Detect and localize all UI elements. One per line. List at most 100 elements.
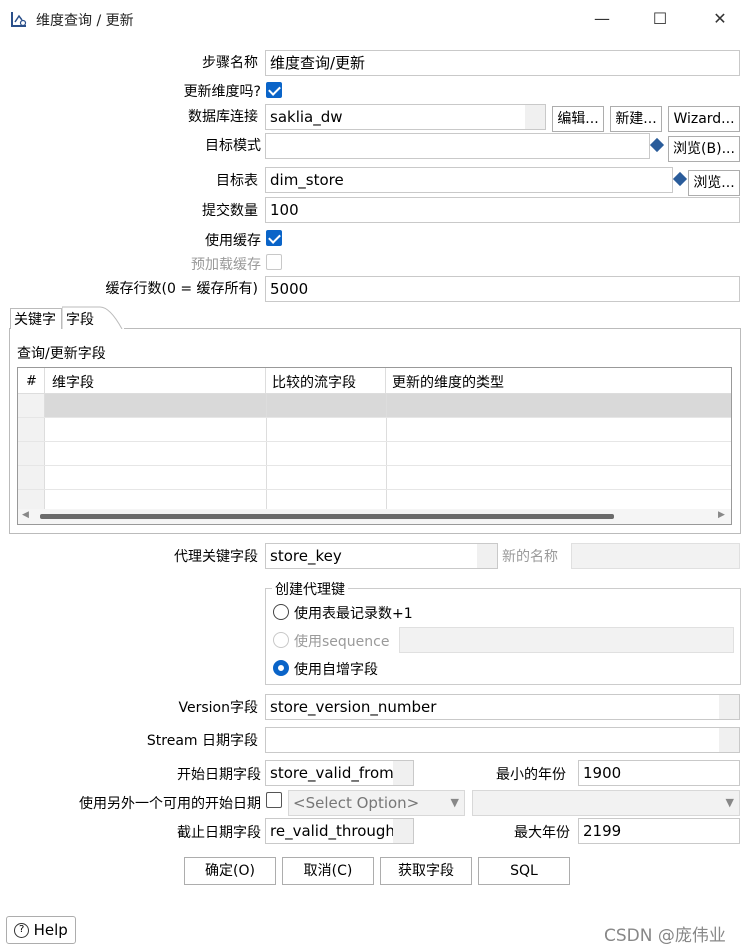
scroll-right-icon[interactable]: ▶ [718, 510, 725, 520]
cache-rows-label: 缓存行数(0 = 缓存所有) [105, 281, 258, 297]
variable-icon [649, 137, 665, 153]
start-date-label: 开始日期字段 [177, 767, 261, 783]
end-date-label: 截止日期字段 [177, 825, 261, 841]
dropdown-arrow-icon[interactable] [719, 695, 739, 719]
scroll-left-icon[interactable]: ◀ [22, 510, 29, 520]
create-key-group-title: 创建代理键 [272, 579, 348, 599]
end-date-select[interactable]: re_valid_through [265, 818, 414, 844]
opt-auto-radio[interactable] [273, 660, 289, 676]
tab-fields-label: 字段 [66, 312, 94, 328]
cache-rows-input[interactable]: 5000 [265, 276, 740, 302]
alt-start-column-select[interactable]: ▼ [472, 790, 740, 816]
update-dim-checkbox[interactable] [266, 82, 282, 98]
opt-sequence-radio[interactable] [273, 632, 289, 648]
step-name-label: 步骤名称 [202, 55, 258, 71]
title-bar: 维度查询 / 更新 — ☐ ✕ [0, 0, 750, 38]
maximize-icon[interactable]: ☐ [646, 6, 674, 32]
commit-size-label: 提交数量 [202, 203, 258, 219]
col-header-update-type-label: 更新的维度的类型 [392, 375, 504, 391]
new-name-label: 新的名称 [502, 549, 558, 565]
dropdown-arrow-icon[interactable]: ▼ [726, 791, 734, 815]
target-schema-input[interactable] [265, 133, 650, 159]
help-icon: ? [14, 922, 30, 938]
target-schema-label: 目标模式 [205, 138, 261, 154]
target-table-label: 目标表 [216, 173, 258, 189]
start-date-select[interactable]: store_valid_from [265, 760, 414, 786]
col-header-dim-field[interactable]: 维字段 [45, 368, 266, 394]
col-header-dim-field-label: 维字段 [52, 375, 94, 391]
tab-fields[interactable]: 字段 [62, 306, 124, 329]
sql-button[interactable]: SQL [478, 857, 570, 885]
browse-schema-button[interactable]: 浏览(B)... [668, 136, 740, 162]
fields-section-title: 查询/更新字段 [17, 346, 106, 362]
get-fields-button[interactable]: 获取字段 [380, 857, 472, 885]
tech-key-label: 代理关键字段 [174, 549, 258, 565]
version-value: store_version_number [270, 698, 437, 716]
scrollbar-thumb[interactable] [40, 514, 614, 519]
help-button[interactable]: ? Help [6, 916, 76, 944]
wizard-button[interactable]: Wizard... [668, 106, 740, 132]
tech-key-value: store_key [270, 547, 342, 565]
new-button[interactable]: 新建... [610, 106, 662, 132]
dropdown-arrow-icon[interactable]: ▼ [451, 791, 459, 815]
dropdown-arrow-icon[interactable] [393, 819, 413, 843]
dropdown-arrow-icon[interactable] [477, 544, 497, 568]
fields-table: ⌃ # 维字段 比较的流字段 更新的维度的类型 1 ◀ ▶ [17, 367, 732, 525]
col-header-index[interactable]: ⌃ # [18, 368, 45, 394]
grid-lines [18, 394, 731, 514]
tab-keys-label: 关键字 [14, 312, 56, 328]
opt-max-radio[interactable] [273, 604, 289, 620]
variable-icon [672, 171, 688, 187]
horizontal-scrollbar[interactable]: ◀ ▶ [18, 509, 731, 524]
alt-start-checkbox[interactable] [266, 792, 282, 808]
use-cache-label: 使用缓存 [205, 233, 261, 249]
stream-date-select[interactable] [265, 727, 740, 753]
window-title: 维度查询 / 更新 [36, 13, 134, 29]
start-date-value: store_valid_from [270, 764, 394, 782]
cancel-button[interactable]: 取消(C) [282, 857, 374, 885]
max-year-input[interactable]: 2199 [578, 818, 740, 844]
watermark: CSDN @庞伟业 [604, 926, 726, 946]
table-header: ⌃ # 维字段 比较的流字段 更新的维度的类型 [18, 368, 731, 394]
col-header-stream-field-label: 比较的流字段 [272, 375, 356, 391]
commit-size-input[interactable]: 100 [265, 197, 740, 223]
preload-cache-label: 预加载缓存 [191, 257, 261, 273]
help-label: Help [33, 921, 68, 939]
db-conn-label: 数据库连接 [188, 109, 258, 125]
alt-start-label: 使用另外一个可用的开始日期 [79, 796, 261, 812]
app-icon [10, 10, 28, 28]
use-cache-checkbox[interactable] [266, 230, 282, 246]
dropdown-arrow-icon[interactable] [719, 728, 739, 752]
stream-date-label: Stream 日期字段 [146, 733, 258, 749]
end-date-value: re_valid_through [270, 822, 395, 840]
select-option-placeholder: <Select Option> [293, 794, 420, 812]
col-header-stream-field[interactable]: 比较的流字段 [266, 368, 386, 394]
min-year-label: 最小的年份 [496, 767, 566, 783]
update-dim-label: 更新维度吗? [183, 84, 261, 100]
ok-button[interactable]: 确定(O) [184, 857, 276, 885]
db-conn-value: saklia_dw [270, 108, 343, 126]
new-name-input[interactable] [571, 543, 740, 569]
dropdown-arrow-icon[interactable] [393, 761, 413, 785]
browse-table-button[interactable]: 浏览... [688, 170, 740, 196]
preload-cache-checkbox[interactable] [266, 254, 282, 270]
minimize-icon[interactable]: — [588, 6, 616, 32]
dropdown-arrow-icon[interactable] [525, 105, 545, 129]
version-label: Version字段 [178, 700, 258, 716]
version-select[interactable]: store_version_number [265, 694, 740, 720]
max-year-label: 最大年份 [514, 825, 570, 841]
step-name-input[interactable]: 维度查询/更新 [265, 50, 740, 76]
tab-keys[interactable]: 关键字 [10, 308, 62, 329]
target-table-input[interactable]: dim_store [265, 167, 673, 193]
db-conn-select[interactable]: saklia_dw [265, 104, 546, 130]
opt-sequence-label: 使用sequence [294, 634, 390, 650]
col-header-index-label: # [26, 374, 37, 389]
close-icon[interactable]: ✕ [706, 6, 734, 32]
opt-auto-label: 使用自增字段 [294, 662, 378, 678]
alt-start-type-select[interactable]: <Select Option> ▼ [288, 790, 465, 816]
tech-key-input[interactable]: store_key [265, 543, 498, 569]
min-year-input[interactable]: 1900 [578, 760, 740, 786]
edit-button[interactable]: 编辑... [552, 106, 604, 132]
col-header-update-type[interactable]: 更新的维度的类型 [386, 368, 731, 394]
sequence-input[interactable] [399, 627, 734, 653]
